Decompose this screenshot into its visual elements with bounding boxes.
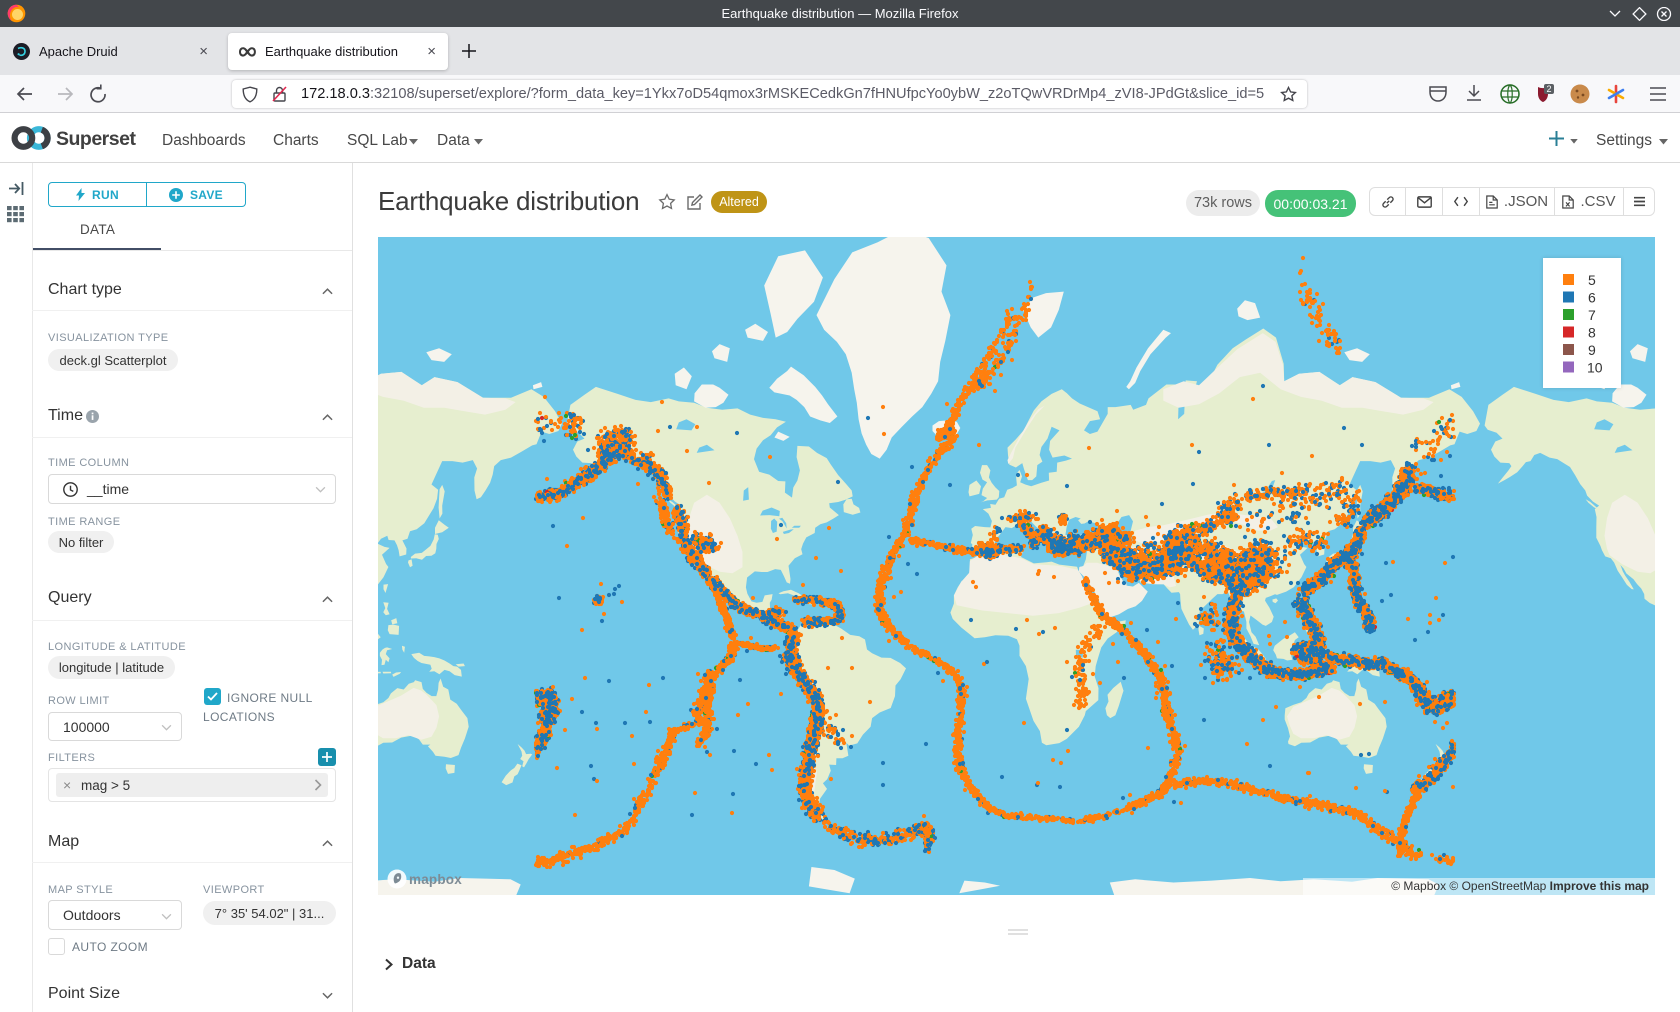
svg-text:5: 5 — [1588, 274, 1596, 288]
svg-text:6: 6 — [1588, 290, 1596, 306]
svg-text:2: 2 — [1546, 84, 1551, 94]
svg-text:7: 7 — [1588, 307, 1596, 323]
svg-text:mapbox: mapbox — [409, 872, 462, 887]
svg-text:8: 8 — [1588, 325, 1596, 341]
svg-text:9: 9 — [1588, 342, 1596, 358]
svg-text:10: 10 — [1587, 360, 1603, 376]
